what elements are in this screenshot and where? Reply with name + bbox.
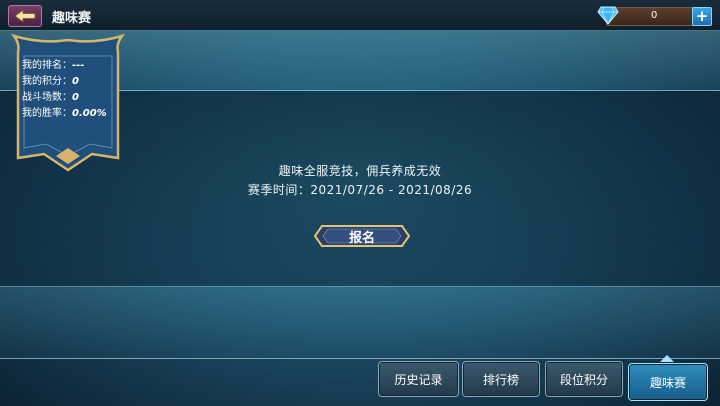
points-label: 我的积分： (22, 76, 72, 87)
signup-label: 报名 (348, 231, 375, 246)
points-row: 我的积分：0 (22, 74, 107, 90)
divider (0, 358, 720, 359)
signup-button[interactable]: 报名 (314, 224, 410, 248)
back-button[interactable] (8, 5, 42, 27)
player-stats-banner: 我的排名：--- 我的积分：0 战斗场数：0 我的胜率：0.00% (10, 30, 126, 178)
diamond-icon (597, 6, 619, 25)
back-arrow-icon (14, 9, 36, 23)
tab-leaderboard-label: 排行榜 (482, 372, 519, 387)
tab-fun-match-label: 趣味赛 (649, 375, 686, 390)
top-bar: 趣味赛 0 + (0, 0, 720, 31)
rank-value: --- (72, 60, 85, 71)
winrate-label: 我的胜率： (22, 108, 72, 119)
tab-fun-match[interactable]: 趣味赛 (628, 363, 708, 401)
add-diamond-button[interactable]: + (692, 7, 712, 26)
tab-rank-points[interactable]: 段位积分 (545, 361, 623, 397)
battles-label: 战斗场数： (22, 92, 72, 103)
tab-leaderboard[interactable]: 排行榜 (462, 361, 540, 397)
winrate-value: 0.00% (72, 108, 107, 119)
currency-display: 0 + (597, 6, 712, 26)
diamond-count: 0 (651, 10, 658, 21)
tab-rank-points-label: 段位积分 (559, 372, 608, 387)
page-title: 趣味赛 (52, 11, 92, 26)
tab-history-label: 历史记录 (394, 372, 443, 387)
tab-history[interactable]: 历史记录 (378, 361, 459, 397)
rank-label: 我的排名： (22, 60, 72, 71)
event-description: 趣味全服竞技，佣兵养成无效 (278, 164, 442, 178)
lower-band (0, 286, 720, 359)
rank-row: 我的排名：--- (22, 58, 107, 74)
plus-icon: + (695, 7, 709, 25)
points-value: 0 (72, 76, 79, 87)
winrate-row: 我的胜率：0.00% (22, 106, 107, 122)
season-dates: 赛季时间：2021/07/26 - 2021/08/26 (247, 183, 473, 197)
active-tab-pointer (660, 355, 674, 362)
battles-value: 0 (72, 92, 79, 103)
battles-row: 战斗场数：0 (22, 90, 107, 106)
